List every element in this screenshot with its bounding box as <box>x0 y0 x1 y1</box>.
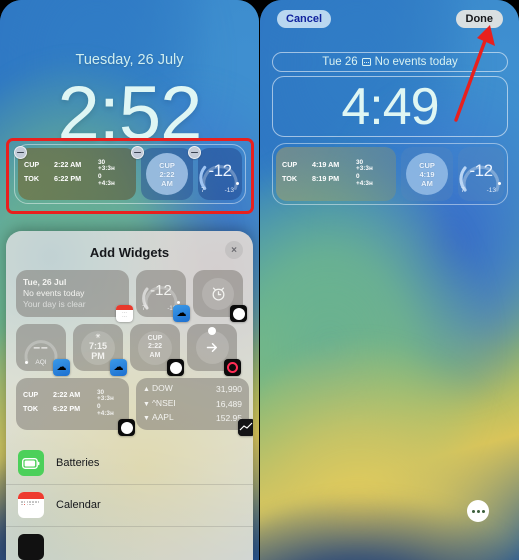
world-clock-city: TOK <box>23 404 39 413</box>
gallery-weather-widget[interactable]: -12 7 -13 ☁ <box>136 270 190 322</box>
trend-up-icon: ▲ <box>143 386 150 394</box>
gallery-aqi-widget[interactable]: –– AQI ☁ <box>16 324 70 376</box>
aqi-value: –– <box>33 339 49 354</box>
clock-app-icon <box>118 419 135 436</box>
gallery-stocks-widget[interactable]: ▲ DOW 31,990 ▼ ^NSEI 16,489 ▼ AAPL 152.9… <box>136 378 253 436</box>
gallery-clock-time: 2:22 <box>147 343 162 351</box>
alarm-clock-icon <box>202 277 234 310</box>
clock-time: 4:19 <box>419 169 435 179</box>
sunset-time: 7:15 <box>88 341 107 351</box>
trend-down-icon: ▼ <box>143 400 150 408</box>
lock-screen-date: Tuesday, 26 July <box>75 52 184 68</box>
widget-row[interactable]: CUP 4:19 AM 30 +3:3ʜ TOK 8:19 PM 0 +4:3ʜ <box>272 143 508 205</box>
screenshot-stage: Tuesday, 26 July 2:52 CUP 2:22 AM 30 +3:… <box>0 0 519 560</box>
watch-icon <box>18 534 44 560</box>
close-icon[interactable]: × <box>225 241 243 259</box>
ellipsis-icon[interactable] <box>467 500 489 522</box>
calendar-icon <box>18 492 44 518</box>
editor-time: 4:49 <box>341 77 439 136</box>
cal-line-1: Tue, 26 Jul <box>23 277 67 287</box>
world-clock-offset: 30 +3:3ʜ <box>356 158 373 173</box>
weather-marker-dot <box>498 182 501 185</box>
gallery-alarm-widget[interactable] <box>193 270 247 322</box>
world-clock-time: 4:19 AM <box>312 159 340 169</box>
clock-app-icon <box>167 359 184 376</box>
app-list: Batteries Calendar <box>6 442 253 560</box>
cal-line-2: No events today <box>23 288 85 298</box>
gallery-world-clock-widget[interactable]: CUP 2:22 AM 30 +3:3ʜ TOK 6:22 PM 0 +4:3ʜ <box>16 378 135 436</box>
weather-app-icon: ☁ <box>110 359 127 376</box>
weather-low: 7 <box>461 187 465 194</box>
world-clock-city: CUP <box>23 389 39 399</box>
gallery-sunset-widget[interactable]: ☀ 7:15 PM ☁ <box>73 324 127 376</box>
gallery-row: –– AQI ☁ ☀ 7:15 PM ☁ CUP 2:22 AM <box>16 324 243 376</box>
clock-circle-widget[interactable]: CUP 4:19 AM <box>401 147 453 201</box>
stocks-app-icon <box>238 419 253 436</box>
world-clock-city: TOK <box>282 174 298 183</box>
left-phone-panel: Tuesday, 26 July 2:52 CUP 2:22 AM 30 +3:… <box>0 0 259 560</box>
world-clock-widget[interactable]: CUP 4:19 AM 30 +3:3ʜ TOK 8:19 PM 0 +4:3ʜ <box>276 147 396 201</box>
calendar-icon <box>361 58 371 66</box>
gallery-weather-low: 7 <box>142 305 146 312</box>
world-clock-offset: 0 +4:3ʜ <box>97 403 114 417</box>
sunset-meridiem: PM <box>91 351 105 361</box>
clock-app-icon <box>230 305 247 322</box>
app-row-batteries[interactable]: Batteries <box>6 442 253 484</box>
app-name: Batteries <box>56 457 100 469</box>
gallery-fitness-widget[interactable] <box>187 324 241 376</box>
app-row-calendar[interactable]: Calendar <box>6 484 253 526</box>
calendar-app-icon: ⋯ ⋯ <box>116 305 133 322</box>
annotation-arrow <box>454 25 495 122</box>
world-clock-offset: 30 +3:3ʜ <box>97 388 114 403</box>
world-clock-offset: 0 +4:3ʜ <box>356 173 373 187</box>
trend-down-icon: ▼ <box>143 415 150 423</box>
arrow-right-icon <box>195 327 229 364</box>
highlight-annotation-box <box>6 138 254 214</box>
world-clock-city: CUP <box>282 159 298 169</box>
clock-city: CUP <box>419 160 435 170</box>
weather-app-icon: ☁ <box>53 359 70 376</box>
app-row-partial[interactable] <box>6 526 253 560</box>
widget-gallery: Tue, 26 Jul No events today Your day is … <box>6 270 253 436</box>
sheet-title: Add Widgets <box>89 245 170 260</box>
gallery-row: Tue, 26 Jul No events today Your day is … <box>16 270 247 322</box>
gallery-clock-city: CUP <box>147 334 163 342</box>
weather-high: -13 <box>486 187 496 194</box>
world-clock-time: 8:19 PM <box>312 174 340 183</box>
panel-divider <box>259 0 260 560</box>
stock-symbol: ▼ AAPL <box>143 412 174 423</box>
stock-value: 31,990 <box>216 384 242 395</box>
gallery-calendar-widget[interactable]: Tue, 26 Jul No events today Your day is … <box>16 270 133 322</box>
cal-line-3: Your day is clear <box>23 299 86 309</box>
stock-symbol: ▲ DOW <box>143 383 173 394</box>
date-day: Tue 26 <box>322 56 358 68</box>
world-clock-time: 2:22 AM <box>53 389 81 399</box>
world-clock-time: 6:22 PM <box>53 404 81 413</box>
app-name: Calendar <box>56 499 101 511</box>
sunset-icon: ☀ <box>95 334 101 340</box>
weather-temp: -12 <box>469 161 493 180</box>
clock-meridiem: AM <box>421 178 433 188</box>
add-widgets-sheet: Add Widgets × Tue, 26 Jul No events toda… <box>6 231 253 560</box>
stock-symbol: ▼ ^NSEI <box>143 397 176 408</box>
cancel-button[interactable]: Cancel <box>277 10 332 28</box>
battery-icon <box>18 450 44 476</box>
stock-value: 16,489 <box>216 398 242 409</box>
gallery-clock-widget[interactable]: CUP 2:22 AM <box>130 324 184 376</box>
gallery-row: CUP 2:22 AM 30 +3:3ʜ TOK 6:22 PM 0 +4:3ʜ… <box>16 378 253 436</box>
gallery-clock-meridiem: AM <box>149 351 161 359</box>
gallery-weather-temp: -12 <box>150 281 172 299</box>
fitness-app-icon <box>224 359 241 376</box>
weather-app-icon: ☁ <box>173 305 190 322</box>
weather-widget[interactable]: -12 7 -13 <box>458 147 504 201</box>
